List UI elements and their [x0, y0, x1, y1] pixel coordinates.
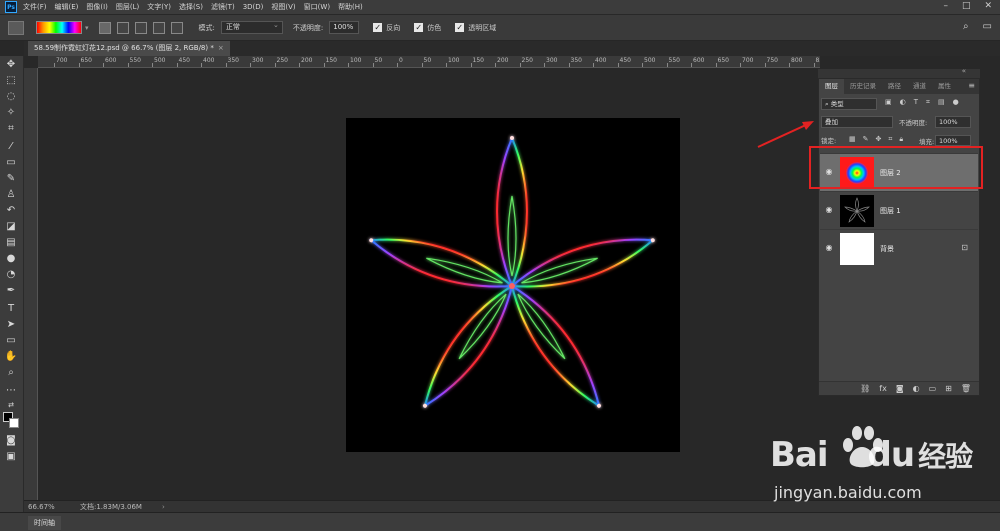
- watermark-url: jingyan.baidu.com: [774, 483, 922, 502]
- watermark-brand: Bai du 经验: [770, 435, 973, 475]
- baidu-watermark: Bai du 经验 jingyan.baidu.com: [768, 425, 978, 515]
